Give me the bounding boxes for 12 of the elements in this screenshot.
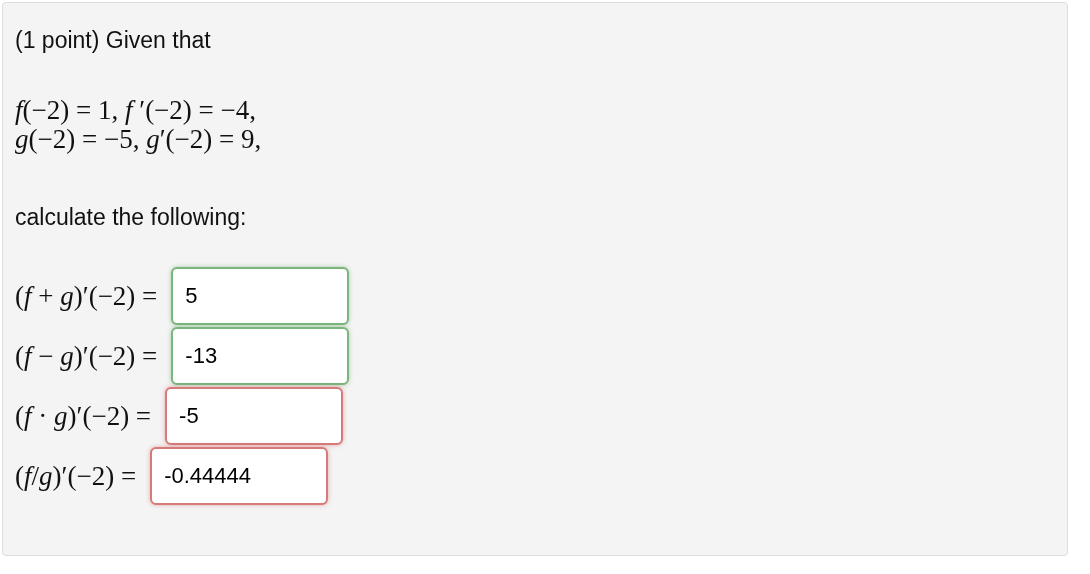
given-equation: g(−2) = −5, g′(−2) = 9, — [15, 125, 263, 154]
answer-field[interactable]: -5 — [165, 387, 344, 445]
answer-field[interactable]: -13 — [171, 327, 350, 385]
answer-label: (f · g)′(−2) = — [15, 401, 152, 431]
answer-field[interactable]: 5 — [171, 267, 350, 325]
given-equation: f(−2) = 1, f ′(−2) = −4, — [15, 96, 258, 125]
answer-label: (f/g)′(−2) = — [15, 461, 137, 491]
problem-prompt: calculate the following: — [15, 204, 248, 231]
answer-label: (f − g)′(−2) = — [15, 341, 158, 371]
answer-field[interactable]: -0.44444 — [150, 447, 329, 505]
problem-intro: (1 point) Given that — [15, 27, 212, 54]
answer-label: (f + g)′(−2) = — [15, 281, 158, 311]
